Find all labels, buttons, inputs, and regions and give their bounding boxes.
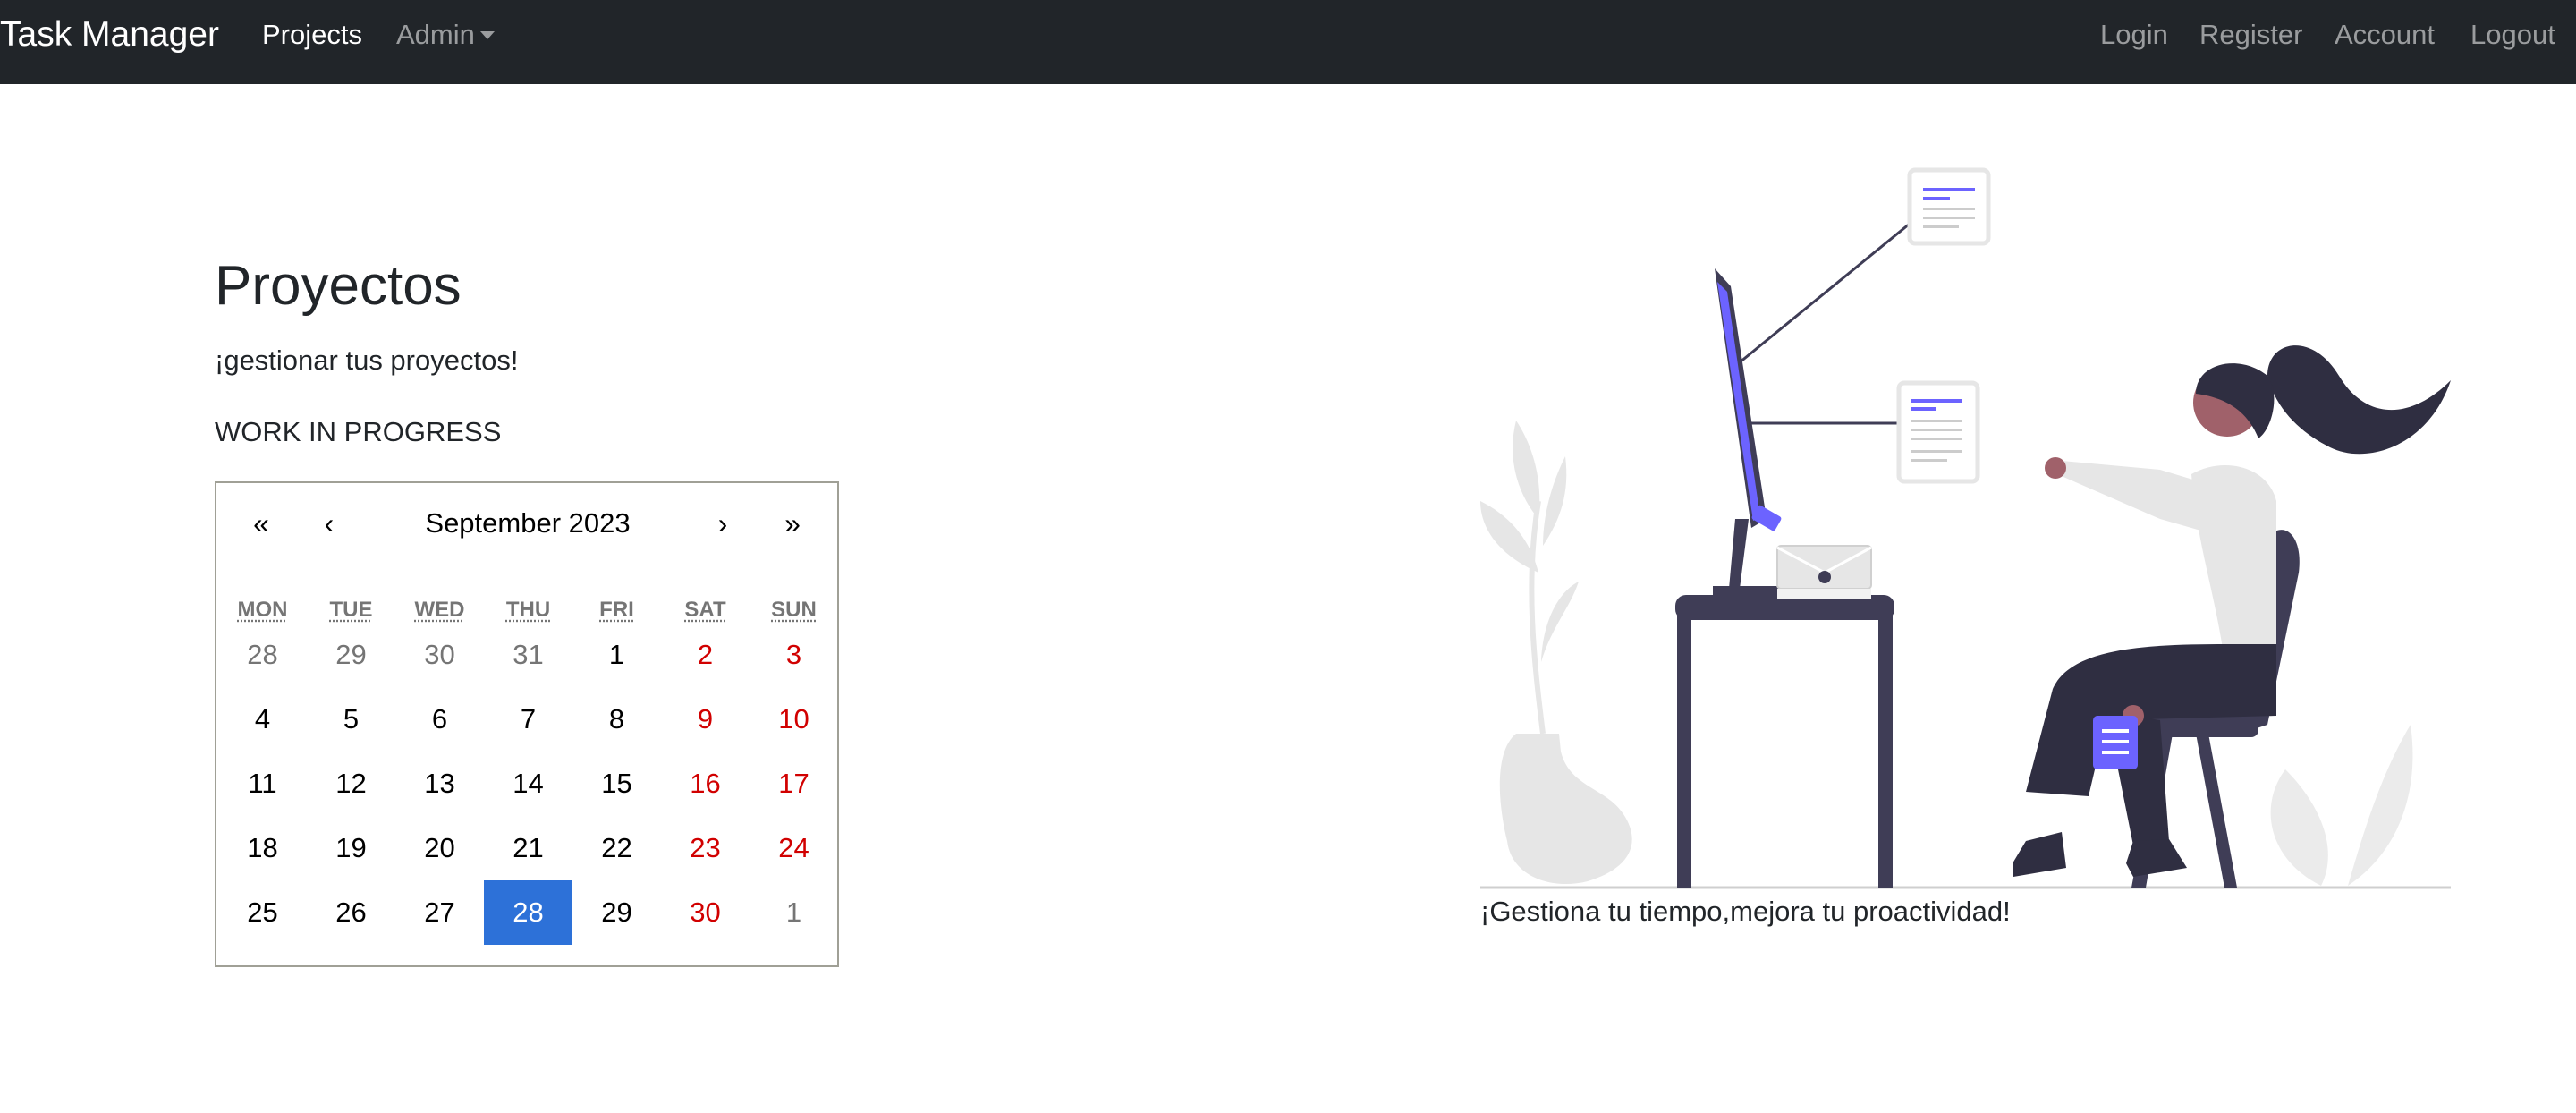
weekday-tue: TUE bbox=[329, 598, 373, 622]
calendar-day[interactable]: 5 bbox=[307, 687, 395, 752]
calendar-day[interactable]: 27 bbox=[395, 880, 484, 945]
working-woman-illustration bbox=[1480, 167, 2451, 889]
calendar-day[interactable]: 14 bbox=[484, 752, 572, 816]
calendar-day[interactable]: 23 bbox=[661, 816, 750, 880]
dropdown-caret-icon bbox=[479, 31, 495, 39]
calendar-day[interactable]: 17 bbox=[750, 752, 838, 816]
calendar-day[interactable]: 3 bbox=[750, 623, 838, 687]
calendar-day[interactable]: 4 bbox=[218, 687, 307, 752]
calendar-day[interactable]: 2 bbox=[661, 623, 750, 687]
calendar-day[interactable]: 20 bbox=[395, 816, 484, 880]
calendar-day[interactable]: 22 bbox=[572, 816, 661, 880]
calendar-month-label[interactable]: September 2023 bbox=[369, 492, 687, 555]
weekday-sun: SUN bbox=[771, 598, 817, 622]
calendar-day[interactable]: 1 bbox=[750, 880, 838, 945]
document-middle-icon bbox=[1896, 380, 1980, 484]
calendar-day[interactable]: 18 bbox=[218, 816, 307, 880]
printer-icon bbox=[1776, 545, 1872, 599]
calendar-day[interactable]: 8 bbox=[572, 687, 661, 752]
calendar-next-year-button[interactable]: » bbox=[758, 492, 826, 555]
calendar-prev-year-button[interactable]: « bbox=[227, 492, 295, 555]
calendar-day[interactable]: 15 bbox=[572, 752, 661, 816]
calendar-day[interactable]: 25 bbox=[218, 880, 307, 945]
calendar-day[interactable]: 7 bbox=[484, 687, 572, 752]
illustration-caption: ¡Gestiona tu tiempo,mejora tu proactivid… bbox=[1480, 896, 2011, 927]
weekday-mon: MON bbox=[237, 598, 288, 622]
nav-logout-link[interactable]: Logout bbox=[2470, 0, 2555, 70]
calendar-day[interactable]: 13 bbox=[395, 752, 484, 816]
calendar-day[interactable]: 19 bbox=[307, 816, 395, 880]
desk-icon bbox=[1675, 595, 1894, 888]
calendar-day[interactable]: 28 bbox=[218, 623, 307, 687]
calendar-day[interactable]: 9 bbox=[661, 687, 750, 752]
weekday-thu: THU bbox=[505, 598, 551, 622]
calendar-day[interactable]: 29 bbox=[307, 623, 395, 687]
calendar-day[interactable]: 16 bbox=[661, 752, 750, 816]
nav-login-link[interactable]: Login bbox=[2100, 0, 2168, 70]
calendar-day[interactable]: 26 bbox=[307, 880, 395, 945]
weekday-fri: FRI bbox=[599, 598, 634, 622]
plant-vase-icon bbox=[1480, 421, 1632, 884]
nav-register-link[interactable]: Register bbox=[2199, 0, 2302, 70]
document-top-icon bbox=[1907, 167, 1991, 246]
calendar-day[interactable]: 29 bbox=[572, 880, 661, 945]
calendar-prev-month-button[interactable]: ‹ bbox=[295, 492, 363, 555]
weekday-wed: WED bbox=[414, 598, 465, 622]
brand-logo-link[interactable]: Task Manager bbox=[0, 0, 219, 70]
weekday-sat: SAT bbox=[684, 598, 726, 622]
calendar-day[interactable]: 12 bbox=[307, 752, 395, 816]
calendar-day[interactable]: 10 bbox=[750, 687, 838, 752]
leaf-plant-icon bbox=[2270, 725, 2413, 886]
calendar-day[interactable]: 31 bbox=[484, 623, 572, 687]
calendar-next-month-button[interactable]: › bbox=[689, 492, 757, 555]
calendar-navigation: « ‹ September 2023 › » bbox=[216, 483, 837, 564]
nav-projects-link[interactable]: Projects bbox=[262, 0, 362, 70]
calendar-widget: « ‹ September 2023 › » MON TUE WED THU F… bbox=[215, 481, 839, 967]
calendar-day[interactable]: 24 bbox=[750, 816, 838, 880]
calendar-day[interactable]: 28 bbox=[484, 880, 572, 945]
calendar-day[interactable]: 21 bbox=[484, 816, 572, 880]
page-subtitle: ¡gestionar tus proyectos! bbox=[215, 344, 519, 376]
calendar-day[interactable]: 1 bbox=[572, 623, 661, 687]
calendar-day[interactable]: 6 bbox=[395, 687, 484, 752]
page-title: Proyectos bbox=[215, 255, 462, 317]
nav-admin-dropdown[interactable]: Admin bbox=[396, 0, 495, 70]
calendar-day[interactable]: 30 bbox=[661, 880, 750, 945]
top-navbar: Task Manager Projects Admin Login Regist… bbox=[0, 0, 2576, 84]
work-in-progress-text: WORK IN PROGRESS bbox=[215, 416, 502, 447]
nav-account-link[interactable]: Account bbox=[2334, 0, 2435, 70]
calendar-day[interactable]: 30 bbox=[395, 623, 484, 687]
nav-admin-label: Admin bbox=[396, 19, 475, 50]
calendar-day[interactable]: 11 bbox=[218, 752, 307, 816]
